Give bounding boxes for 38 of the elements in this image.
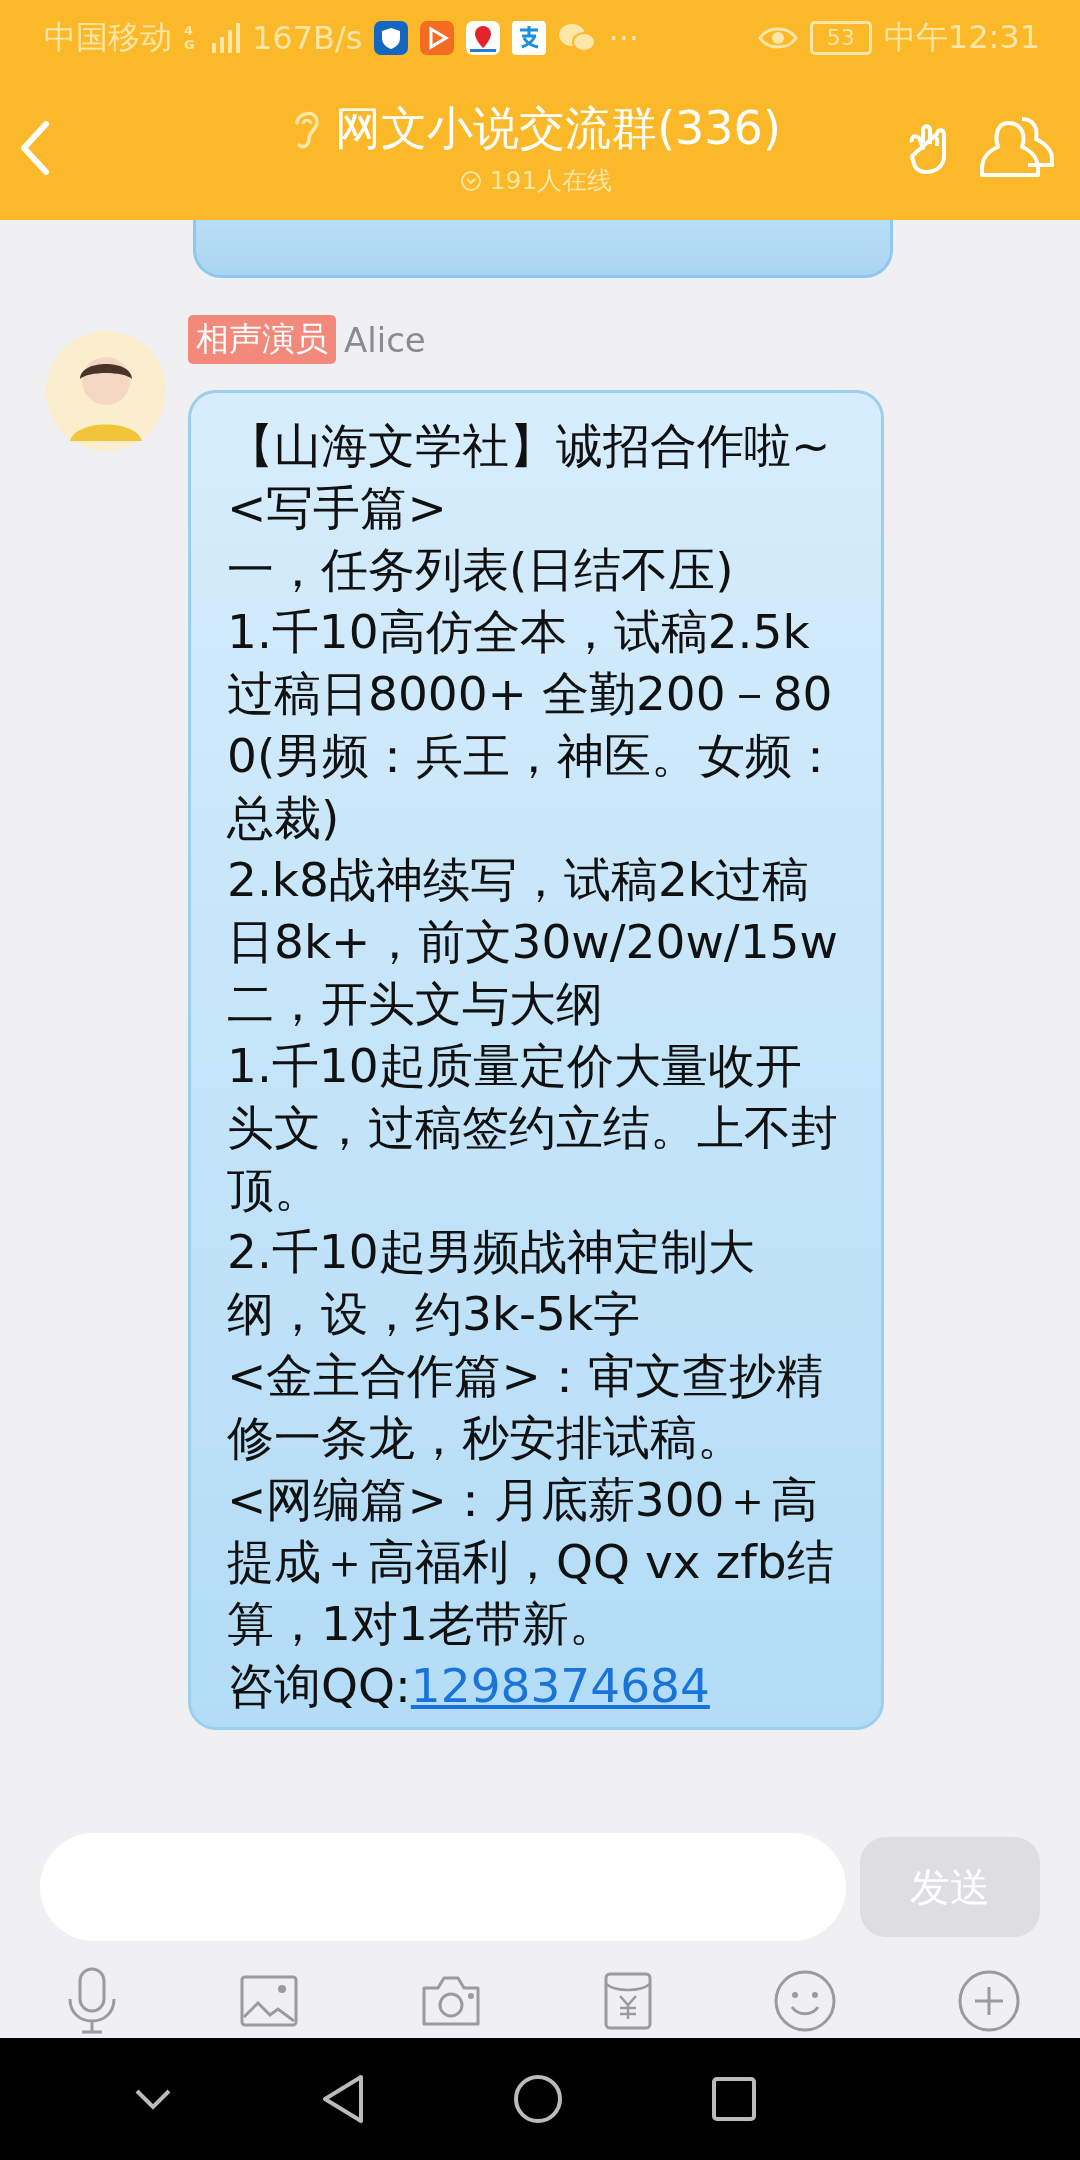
sender-name[interactable]: Alice [344,319,426,360]
battery-level: 53 [809,20,872,55]
image-icon[interactable] [240,1975,298,2027]
chevron-circle-icon[interactable] [459,169,482,192]
message-text: 1.千10起质量定价大量收开头文，过稿签约立结。上不封顶。 [227,1037,839,1219]
member-title-badge: 相声演员 [188,315,336,364]
money-envelope-icon[interactable] [604,1972,652,2030]
smiley-icon[interactable] [774,1970,836,2032]
signal-icon [212,22,240,53]
qq-number-link[interactable]: 1298374684 [410,1658,710,1713]
message-text: <金主合作篇>：审文查抄精修一条龙，秒安排试稿。 [227,1347,824,1467]
recent-apps-icon[interactable] [711,2076,758,2122]
home-icon[interactable] [512,2074,563,2124]
message-text: 二，开头文与大纲 [227,975,604,1033]
map-pin-app-icon [466,20,501,55]
message-text: 2.k8战神续写，试稿2k过稿日8k+，前文30w/20w/15w [227,851,839,971]
network-type: 4G [184,23,196,52]
carrier-name: 中国移动 [44,16,172,58]
clock: 中午12:31 [883,16,1040,58]
message-text: 一，任务列表(日结不压) [227,541,735,599]
pay-app-icon [512,20,547,55]
back-icon[interactable] [320,2073,365,2125]
message-text: <写手篇> [227,479,448,537]
play-app-icon [420,20,455,55]
camera-icon[interactable] [420,1974,482,2028]
chevron-down-icon[interactable] [134,2088,173,2110]
plus-icon[interactable] [958,1970,1020,2032]
shield-app-icon [374,20,409,55]
message-text: 1.千10高仿全本，试稿2.5k过稿日8000+ 全勤200－800(男频：兵王，神医。女频：总裁) [227,603,841,847]
network-speed: 167B/s [252,18,363,57]
message-text: <网编篇>：月底薪300＋高提成＋高福利，QQ vx zfb结算，1对1老带新。 [227,1471,835,1653]
microphone-icon[interactable] [66,1967,118,2035]
more-notifications: ··· [608,18,639,57]
avatar[interactable] [44,329,168,453]
group-title: 网文小说交流群(336) [335,100,781,157]
message-text: 咨询QQ: [227,1658,411,1713]
message-text: 【山海文学社】诚招合作啦~ [227,417,832,475]
message-text: 2.千10起男频战神定制大纲，设，约3k-5k字 [227,1223,756,1343]
